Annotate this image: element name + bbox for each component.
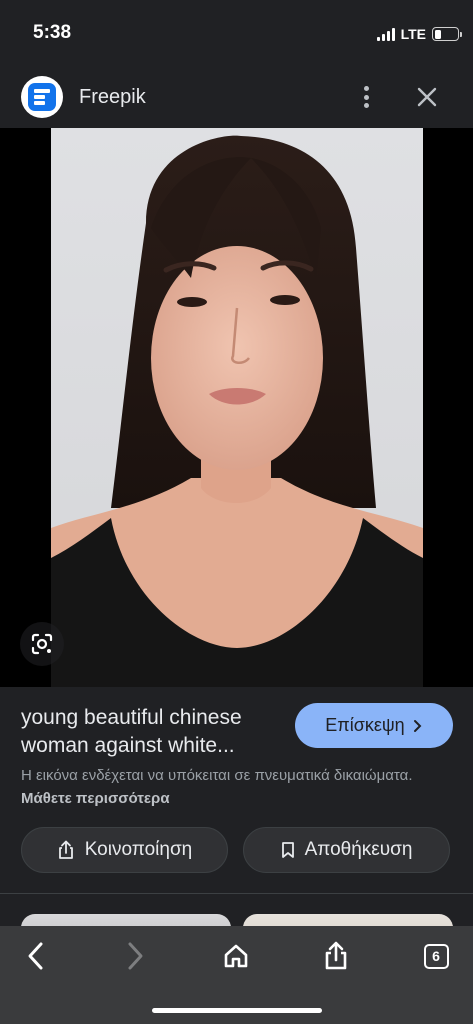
- copyright-notice: Η εικόνα ενδέχεται να υπόκειται σε πνευμ…: [21, 764, 451, 810]
- visit-button[interactable]: Επίσκεψη: [295, 703, 453, 748]
- chevron-left-icon: [28, 942, 43, 970]
- bookmark-icon: [281, 842, 294, 858]
- share-button[interactable]: Κοινοποίηση: [21, 827, 228, 873]
- image-viewer[interactable]: [0, 128, 473, 687]
- site-name[interactable]: Freepik: [79, 86, 146, 109]
- app-header: Freepik: [0, 66, 473, 128]
- back-button[interactable]: [14, 934, 58, 978]
- image-info-panel: young beautiful chinese woman against wh…: [0, 687, 473, 893]
- freepik-logo-icon: [21, 76, 63, 118]
- learn-more-link[interactable]: Μάθετε περισσότερα: [21, 790, 170, 807]
- portrait-photo[interactable]: [51, 128, 423, 687]
- home-button[interactable]: [214, 934, 258, 978]
- network-type: LTE: [400, 26, 426, 42]
- visit-label: Επίσκεψη: [325, 715, 405, 735]
- google-lens-button[interactable]: [20, 622, 64, 666]
- save-label: Αποθήκευση: [304, 839, 413, 860]
- status-indicators: LTE: [376, 26, 462, 42]
- close-button[interactable]: [414, 84, 440, 110]
- share-label: Κοινοποίηση: [84, 839, 193, 860]
- home-indicator[interactable]: [152, 1008, 322, 1013]
- tabs-button[interactable]: 6: [414, 934, 458, 978]
- share-icon: [325, 941, 347, 970]
- image-title[interactable]: young beautiful chinese woman against wh…: [21, 704, 283, 760]
- share-icon: [58, 840, 73, 859]
- signal-icon: [376, 27, 395, 41]
- close-icon: [417, 87, 437, 107]
- tab-count: 6: [423, 943, 449, 969]
- google-lens-icon: [31, 633, 53, 655]
- copyright-text: Η εικόνα ενδέχεται να υπόκειται σε πνευμ…: [21, 767, 413, 784]
- chevron-right-icon: [413, 719, 422, 732]
- battery-icon: [432, 27, 462, 41]
- save-button[interactable]: Αποθήκευση: [243, 827, 450, 873]
- more-vert-icon[interactable]: [354, 84, 378, 110]
- forward-button[interactable]: [113, 934, 157, 978]
- share-page-button[interactable]: [314, 934, 358, 978]
- home-icon: [224, 944, 248, 968]
- battery-level: [434, 29, 442, 39]
- status-time: 5:38: [33, 22, 72, 43]
- status-bar: 5:38 LTE: [0, 0, 473, 66]
- browser-toolbar: 6: [0, 926, 473, 1024]
- chevron-right-icon: [128, 942, 143, 970]
